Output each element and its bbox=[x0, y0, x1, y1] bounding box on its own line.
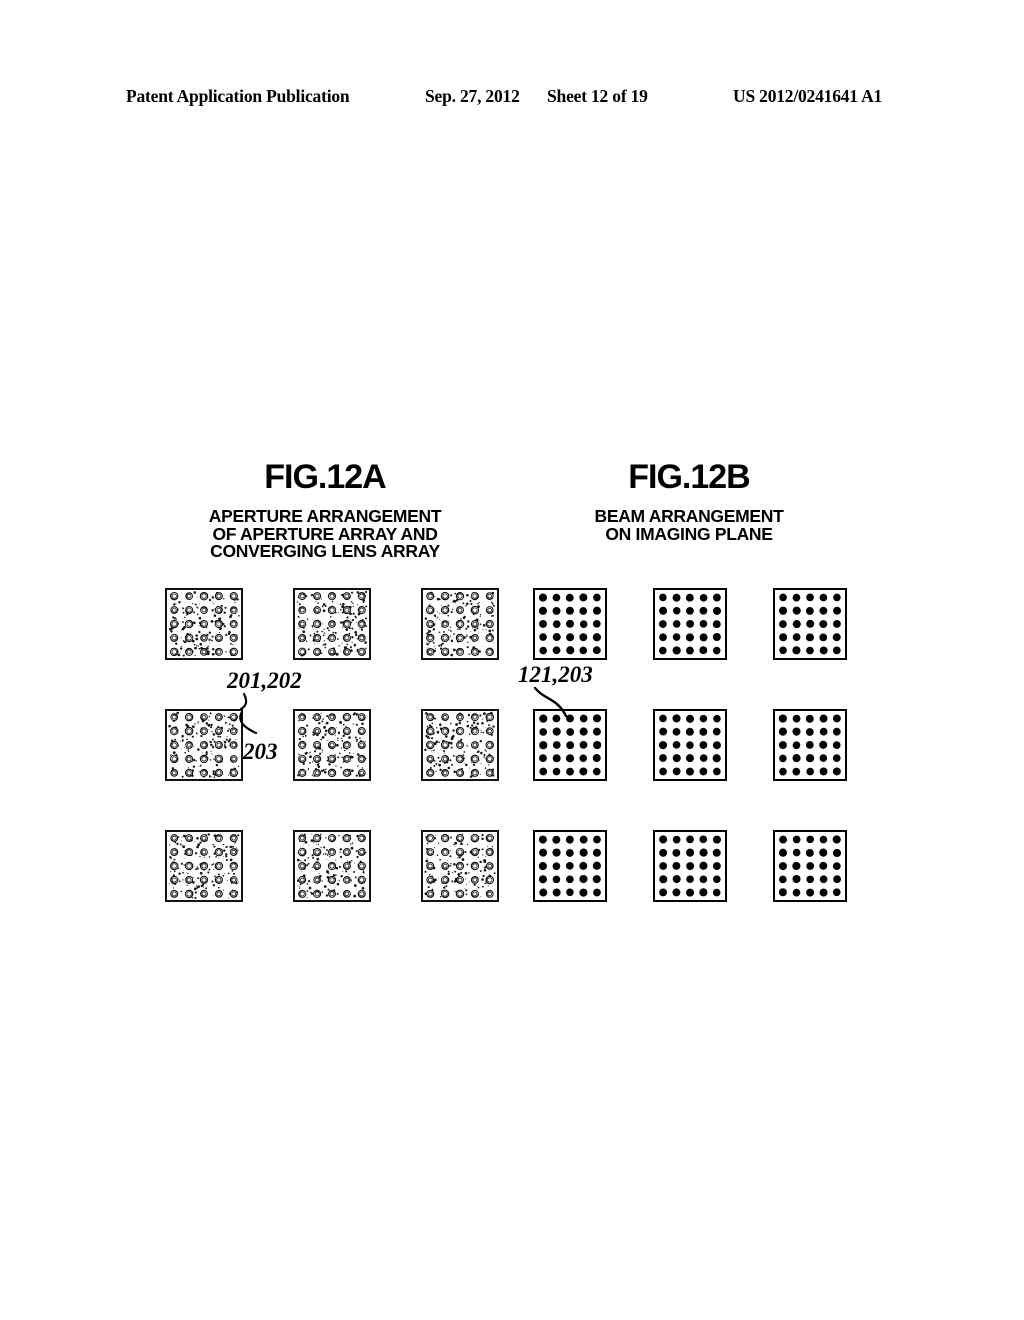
fig-12a-subtitle: APERTURE ARRANGEMENT OF APERTURE ARRAY A… bbox=[155, 506, 495, 561]
aperture-array-block bbox=[421, 830, 499, 902]
fig-12b-title: FIG.12B bbox=[628, 458, 750, 496]
beam-array-block bbox=[653, 830, 727, 902]
reference-label-121-203: 121,203 bbox=[518, 662, 593, 687]
beam-array-block bbox=[533, 588, 607, 660]
aperture-array-block bbox=[165, 709, 243, 781]
fig-12a-subtitle-line-3: CONVERGING LENS ARRAY bbox=[210, 541, 440, 561]
aperture-array-block bbox=[293, 830, 371, 902]
aperture-array-block bbox=[165, 830, 243, 902]
fig-12a-subtitle-line-1: APERTURE ARRANGEMENT bbox=[208, 506, 442, 526]
aperture-array-block bbox=[165, 588, 243, 660]
beam-array-block bbox=[773, 830, 847, 902]
beam-array-block bbox=[653, 588, 727, 660]
aperture-array-block bbox=[293, 709, 371, 781]
leader-lines bbox=[239, 686, 568, 735]
beam-array-block bbox=[653, 709, 727, 781]
fig-12b-subtitle-line-2: ON IMAGING PLANE bbox=[605, 523, 773, 544]
fig-12a-title: FIG.12A bbox=[264, 458, 386, 496]
aperture-array-block bbox=[293, 588, 371, 660]
reference-label-201-202: 201,202 bbox=[227, 668, 302, 693]
reference-label-203: 203 bbox=[243, 739, 278, 764]
aperture-array-block bbox=[421, 709, 499, 781]
figure-drawing-area: FIG.12A APERTURE ARRANGEMENT OF APERTURE… bbox=[0, 0, 1024, 1320]
beam-array-block bbox=[533, 830, 607, 902]
aperture-array-block bbox=[421, 588, 499, 660]
beam-array-block bbox=[773, 709, 847, 781]
beam-array-block bbox=[773, 588, 847, 660]
beam-array-block bbox=[533, 709, 607, 781]
fig-12b-subtitle: BEAM ARRANGEMENT ON IMAGING PLANE bbox=[530, 506, 848, 544]
fig-12b-subtitle-line-1: BEAM ARRANGEMENT bbox=[594, 506, 784, 526]
